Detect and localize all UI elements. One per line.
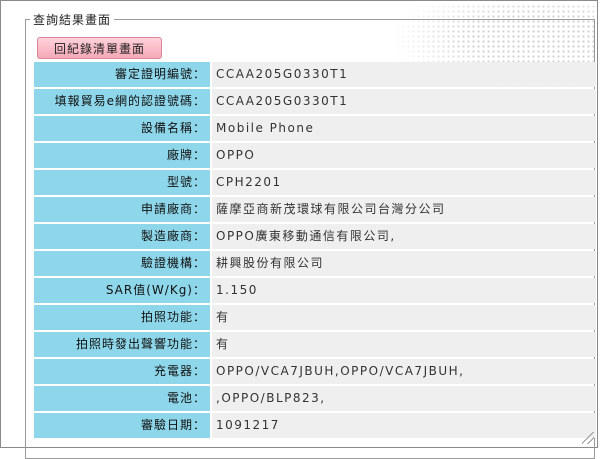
table-row: 拍照功能： 有	[34, 305, 596, 330]
detail-table: 審定證明編號： CCAA205G0330T1 填報貿易e網的認證號碼： CCAA…	[34, 62, 596, 440]
row-label: 充電器：	[34, 359, 210, 384]
row-value: 1.150	[212, 278, 596, 303]
table-row: 填報貿易e網的認證號碼： CCAA205G0330T1	[34, 89, 596, 114]
row-value: CCAA205G0330T1	[212, 62, 596, 87]
row-label: 拍照功能：	[34, 305, 210, 330]
row-label: 型號：	[34, 170, 210, 195]
table-row: 審驗日期： 1091217	[34, 413, 596, 438]
back-to-list-button[interactable]: 回紀錄清單畫面	[37, 37, 162, 59]
row-label: 製造廠商：	[34, 224, 210, 249]
row-label: 審定證明編號：	[34, 62, 210, 87]
table-row: 型號： CPH2201	[34, 170, 596, 195]
row-value: 薩摩亞商新茂環球有限公司台灣分公司	[212, 197, 596, 222]
table-row: 設備名稱： Mobile Phone	[34, 116, 596, 141]
row-label: 申請廠商：	[34, 197, 210, 222]
row-label: 電池：	[34, 386, 210, 411]
table-row: 審定證明編號： CCAA205G0330T1	[34, 62, 596, 87]
row-value: OPPO/VCA7JBUH,OPPO/VCA7JBUH,	[212, 359, 596, 384]
table-row: 拍照時發出聲響功能： 有	[34, 332, 596, 357]
row-value: 有	[212, 305, 596, 330]
row-value: CCAA205G0330T1	[212, 89, 596, 114]
row-label: 審驗日期：	[34, 413, 210, 438]
row-label: 填報貿易e網的認證號碼：	[34, 89, 210, 114]
row-value: Mobile Phone	[212, 116, 596, 141]
row-value: ,OPPO/BLP823,	[212, 386, 596, 411]
table-row: 申請廠商： 薩摩亞商新茂環球有限公司台灣分公司	[34, 197, 596, 222]
row-label: 廠牌：	[34, 143, 210, 168]
row-label: 拍照時發出聲響功能：	[34, 332, 210, 357]
row-value: 耕興股份有限公司	[212, 251, 596, 276]
row-label: 驗證機構：	[34, 251, 210, 276]
table-row: 電池： ,OPPO/BLP823,	[34, 386, 596, 411]
row-value: 有	[212, 332, 596, 357]
row-value: 1091217	[212, 413, 596, 438]
table-row: SAR值(W/Kg)： 1.150	[34, 278, 596, 303]
row-value: CPH2201	[212, 170, 596, 195]
panel-title: 查詢結果畫面	[30, 11, 115, 28]
row-label: 設備名稱：	[34, 116, 210, 141]
row-value: OPPO	[212, 143, 596, 168]
row-label: SAR值(W/Kg)：	[34, 278, 210, 303]
row-value: OPPO廣東移動通信有限公司,	[212, 224, 596, 249]
resize-grip-icon[interactable]	[582, 432, 594, 444]
table-row: 驗證機構： 耕興股份有限公司	[34, 251, 596, 276]
table-row: 廠牌： OPPO	[34, 143, 596, 168]
table-row: 製造廠商： OPPO廣東移動通信有限公司,	[34, 224, 596, 249]
table-row: 充電器： OPPO/VCA7JBUH,OPPO/VCA7JBUH,	[34, 359, 596, 384]
